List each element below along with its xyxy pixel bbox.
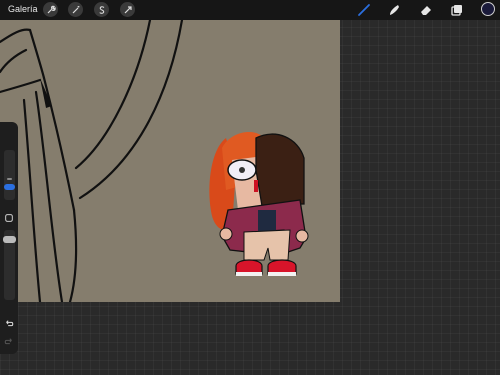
character-drawing — [209, 132, 309, 276]
layers-icon-glyph — [451, 5, 462, 16]
brush-icon[interactable] — [356, 2, 372, 18]
eraser-icon[interactable] — [418, 2, 434, 18]
selection-s-icon[interactable] — [94, 2, 109, 17]
brush-size-slider-knob[interactable] — [4, 184, 15, 190]
smudge-icon[interactable] — [386, 2, 402, 18]
brush-size-tick — [7, 178, 12, 180]
magic-wand-icon[interactable] — [68, 2, 83, 17]
wrench-icon-glyph — [47, 5, 56, 13]
magic-wand-icon-glyph — [72, 5, 79, 13]
selection-s-icon-glyph — [98, 5, 104, 14]
canvas-artwork — [0, 20, 309, 302]
redo-icon[interactable] — [3, 336, 15, 348]
brush-size-slider[interactable] — [4, 150, 15, 200]
redo-icon-glyph — [4, 338, 12, 345]
undo-icon-glyph — [6, 320, 14, 327]
undo-icon[interactable] — [3, 318, 15, 330]
transform-arrow-icon[interactable] — [120, 2, 135, 17]
gallery-button[interactable]: Galería — [8, 4, 38, 14]
brush-icon-glyph — [358, 4, 370, 16]
smudge-icon-glyph — [390, 5, 399, 15]
modify-square-icon-glyph — [5, 214, 13, 222]
modify-square-icon[interactable] — [3, 212, 15, 224]
eraser-icon-glyph — [421, 6, 431, 15]
top-toolbar: Galería — [0, 0, 500, 20]
left-sidebar — [0, 122, 18, 354]
color-picker-button[interactable] — [481, 2, 495, 16]
opacity-slider-knob[interactable] — [3, 236, 16, 243]
transform-arrow-icon-glyph — [124, 5, 132, 13]
layers-icon[interactable] — [449, 2, 465, 18]
drawing-canvas[interactable] — [0, 20, 340, 302]
wrench-icon[interactable] — [43, 2, 58, 17]
opacity-slider[interactable] — [3, 230, 16, 300]
